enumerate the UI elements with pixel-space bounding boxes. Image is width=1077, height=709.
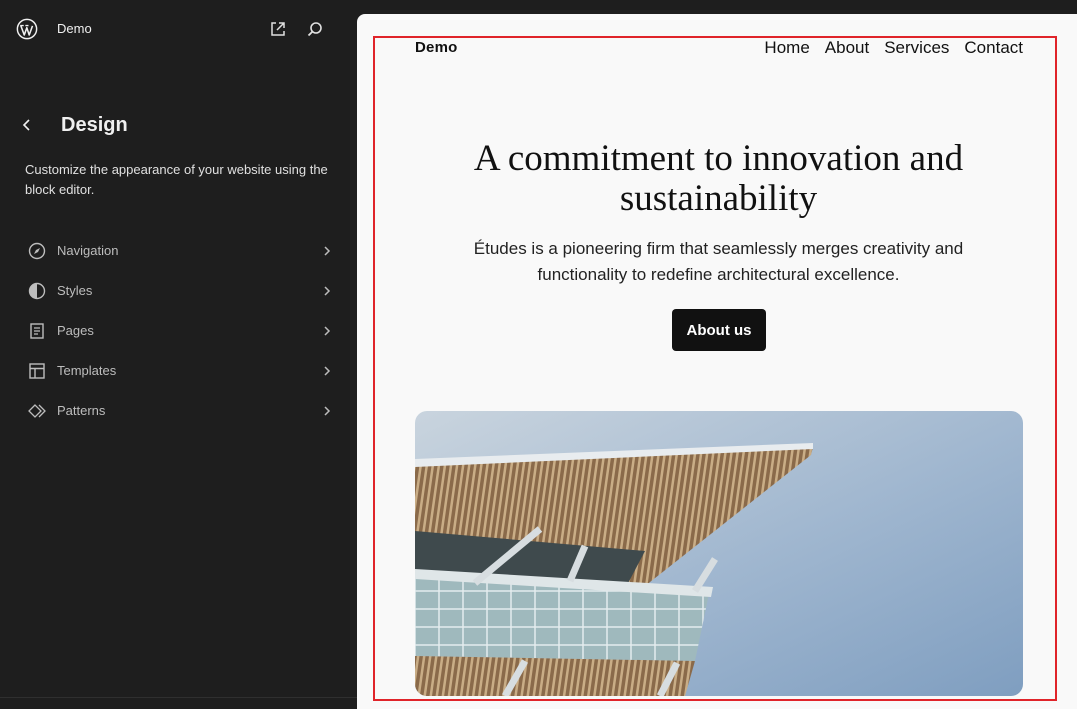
site-navigation: Home About Services Contact [764,38,1023,58]
hero-architecture-image [415,411,1023,696]
panel-description: Customize the appearance of your website… [25,162,328,197]
site-brand[interactable]: Demo [415,39,457,56]
menu-item-label: Pages [57,323,94,338]
hero-title: A commitment to innovation and sustainab… [473,138,964,219]
search-icon[interactable] [306,20,324,38]
menu-item-patterns[interactable]: Patterns [0,391,357,431]
styles-half-circle-icon [28,282,46,300]
panel-title: Design [61,114,128,136]
site-editor-sidebar: Demo Design Customize the appearance of … [0,0,357,709]
patterns-diamond-icon [28,402,46,420]
menu-item-label: Styles [57,283,93,298]
menu-item-navigation[interactable]: Navigation [0,231,357,271]
chevron-right-icon [320,404,334,418]
nav-link-contact[interactable]: Contact [964,38,1023,58]
design-menu: Navigation Styles Pages Templates Patter… [0,231,357,431]
hero-subtitle: Études is a pioneering firm that seamles… [473,239,964,284]
sidebar-header: Demo [0,0,357,60]
site-preview[interactable]: Demo Home About Services Contact A commi… [357,14,1077,709]
chevron-right-icon [320,284,334,298]
sidebar-divider [0,697,357,698]
about-us-button[interactable]: About us [672,309,766,351]
back-chevron-icon[interactable] [18,116,36,134]
menu-item-label: Templates [57,363,117,378]
chevron-right-icon [320,324,334,338]
chevron-right-icon [320,244,334,258]
nav-link-services[interactable]: Services [884,38,949,58]
navigation-compass-icon [28,242,46,260]
menu-item-label: Navigation [57,243,119,258]
menu-item-pages[interactable]: Pages [0,311,357,351]
templates-layout-icon [28,362,46,380]
nav-link-about[interactable]: About [825,38,869,58]
nav-link-home[interactable]: Home [764,38,809,58]
chevron-right-icon [320,364,334,378]
menu-item-templates[interactable]: Templates [0,351,357,391]
wordpress-logo-icon[interactable] [16,18,38,40]
view-site-external-icon[interactable] [269,20,287,38]
menu-item-label: Patterns [57,403,106,418]
site-name[interactable]: Demo [57,21,92,36]
pages-document-icon [28,322,46,340]
menu-item-styles[interactable]: Styles [0,271,357,311]
